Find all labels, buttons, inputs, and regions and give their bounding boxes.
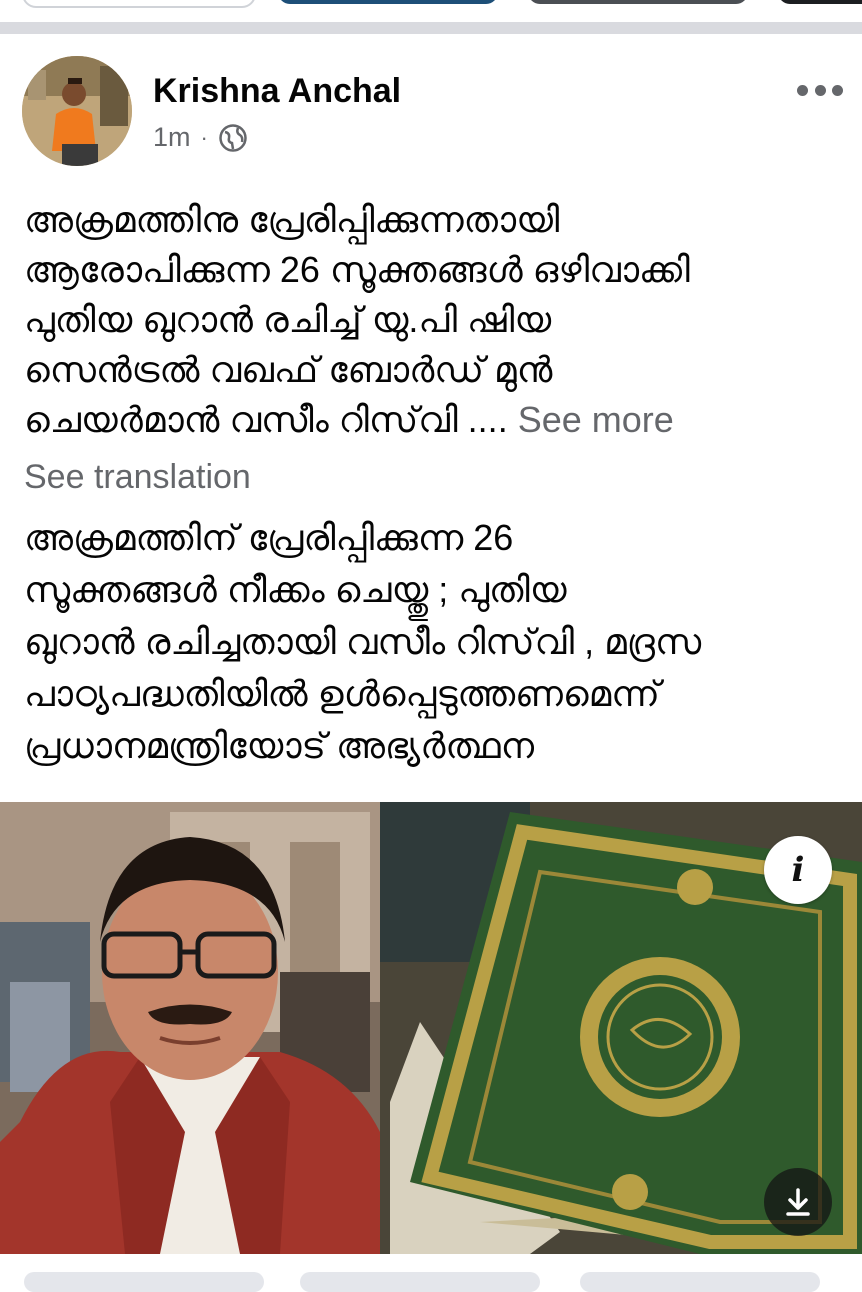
filter-chip[interactable] bbox=[22, 0, 256, 8]
filter-chip[interactable] bbox=[528, 0, 748, 4]
translation-line: സൂക്തങ്ങൾ നീക്കം ചെയ്തു ; പുതിയ bbox=[24, 569, 567, 610]
reaction-bar-segment[interactable] bbox=[24, 1272, 264, 1292]
filter-chip[interactable] bbox=[778, 0, 862, 4]
filter-chip[interactable] bbox=[278, 0, 498, 4]
author-avatar[interactable] bbox=[22, 56, 132, 166]
download-icon[interactable] bbox=[764, 1168, 832, 1236]
post-body: അക്രമത്തിനു പ്രേരിപ്പിക്കുന്നതായി ആരോപിക… bbox=[24, 195, 844, 445]
globe-icon bbox=[219, 123, 247, 152]
translation-text: അക്രമത്തിന് പ്രേരിപ്പിക്കുന്ന 26 സൂക്തങ്… bbox=[24, 512, 844, 772]
see-more-link[interactable]: See more bbox=[518, 399, 674, 440]
post-image[interactable] bbox=[0, 802, 862, 1254]
translation-line: അക്രമത്തിന് പ്രേരിപ്പിക്കുന്ന 26 bbox=[24, 517, 514, 558]
top-filter-bar bbox=[0, 0, 862, 22]
post-timestamp[interactable]: 1m bbox=[153, 122, 191, 153]
translation-line: ഖുറാൻ രചിച്ചതായി വസീം റിസ്‌വി , മദ്രസ bbox=[24, 621, 702, 662]
post-text-line: പുതിയ ഖുറാൻ രചിച്ച് യു.പി ഷിയ bbox=[24, 299, 552, 340]
post-text-line: ചെയർമാൻ വസീം റിസ്‌വി .... bbox=[24, 399, 508, 440]
post-text-line: സെൻട്രൽ വഖഫ് ബോർഡ് മുൻ bbox=[24, 349, 553, 390]
info-icon[interactable]: i bbox=[764, 836, 832, 904]
post-text-line: അക്രമത്തിനു പ്രേരിപ്പിക്കുന്നതായി bbox=[24, 199, 560, 240]
author-name[interactable]: Krishna Anchal bbox=[153, 72, 401, 111]
reaction-bar-segment[interactable] bbox=[300, 1272, 540, 1292]
see-translation-link[interactable]: See translation bbox=[24, 458, 251, 497]
reaction-bar-segment[interactable] bbox=[580, 1272, 820, 1292]
translation-line: പ്രധാനമന്ത്രിയോട് അഭ്യർത്ഥന bbox=[24, 725, 535, 766]
post-text-line: ആരോപിക്കുന്ന 26 സൂക്തങ്ങൾ ഒഴിവാക്കി bbox=[24, 249, 690, 290]
more-options-icon[interactable] bbox=[797, 80, 843, 100]
feed-divider bbox=[0, 22, 862, 34]
meta-separator: · bbox=[200, 124, 208, 150]
translation-line: പാഠ്യപദ്ധതിയിൽ ഉൾപ്പെടുത്തണമെന്ന് bbox=[24, 673, 660, 714]
post-meta: 1m · bbox=[153, 122, 248, 153]
post-text-line-last: ചെയർമാൻ വസീം റിസ്‌വി .... See more bbox=[24, 395, 844, 445]
